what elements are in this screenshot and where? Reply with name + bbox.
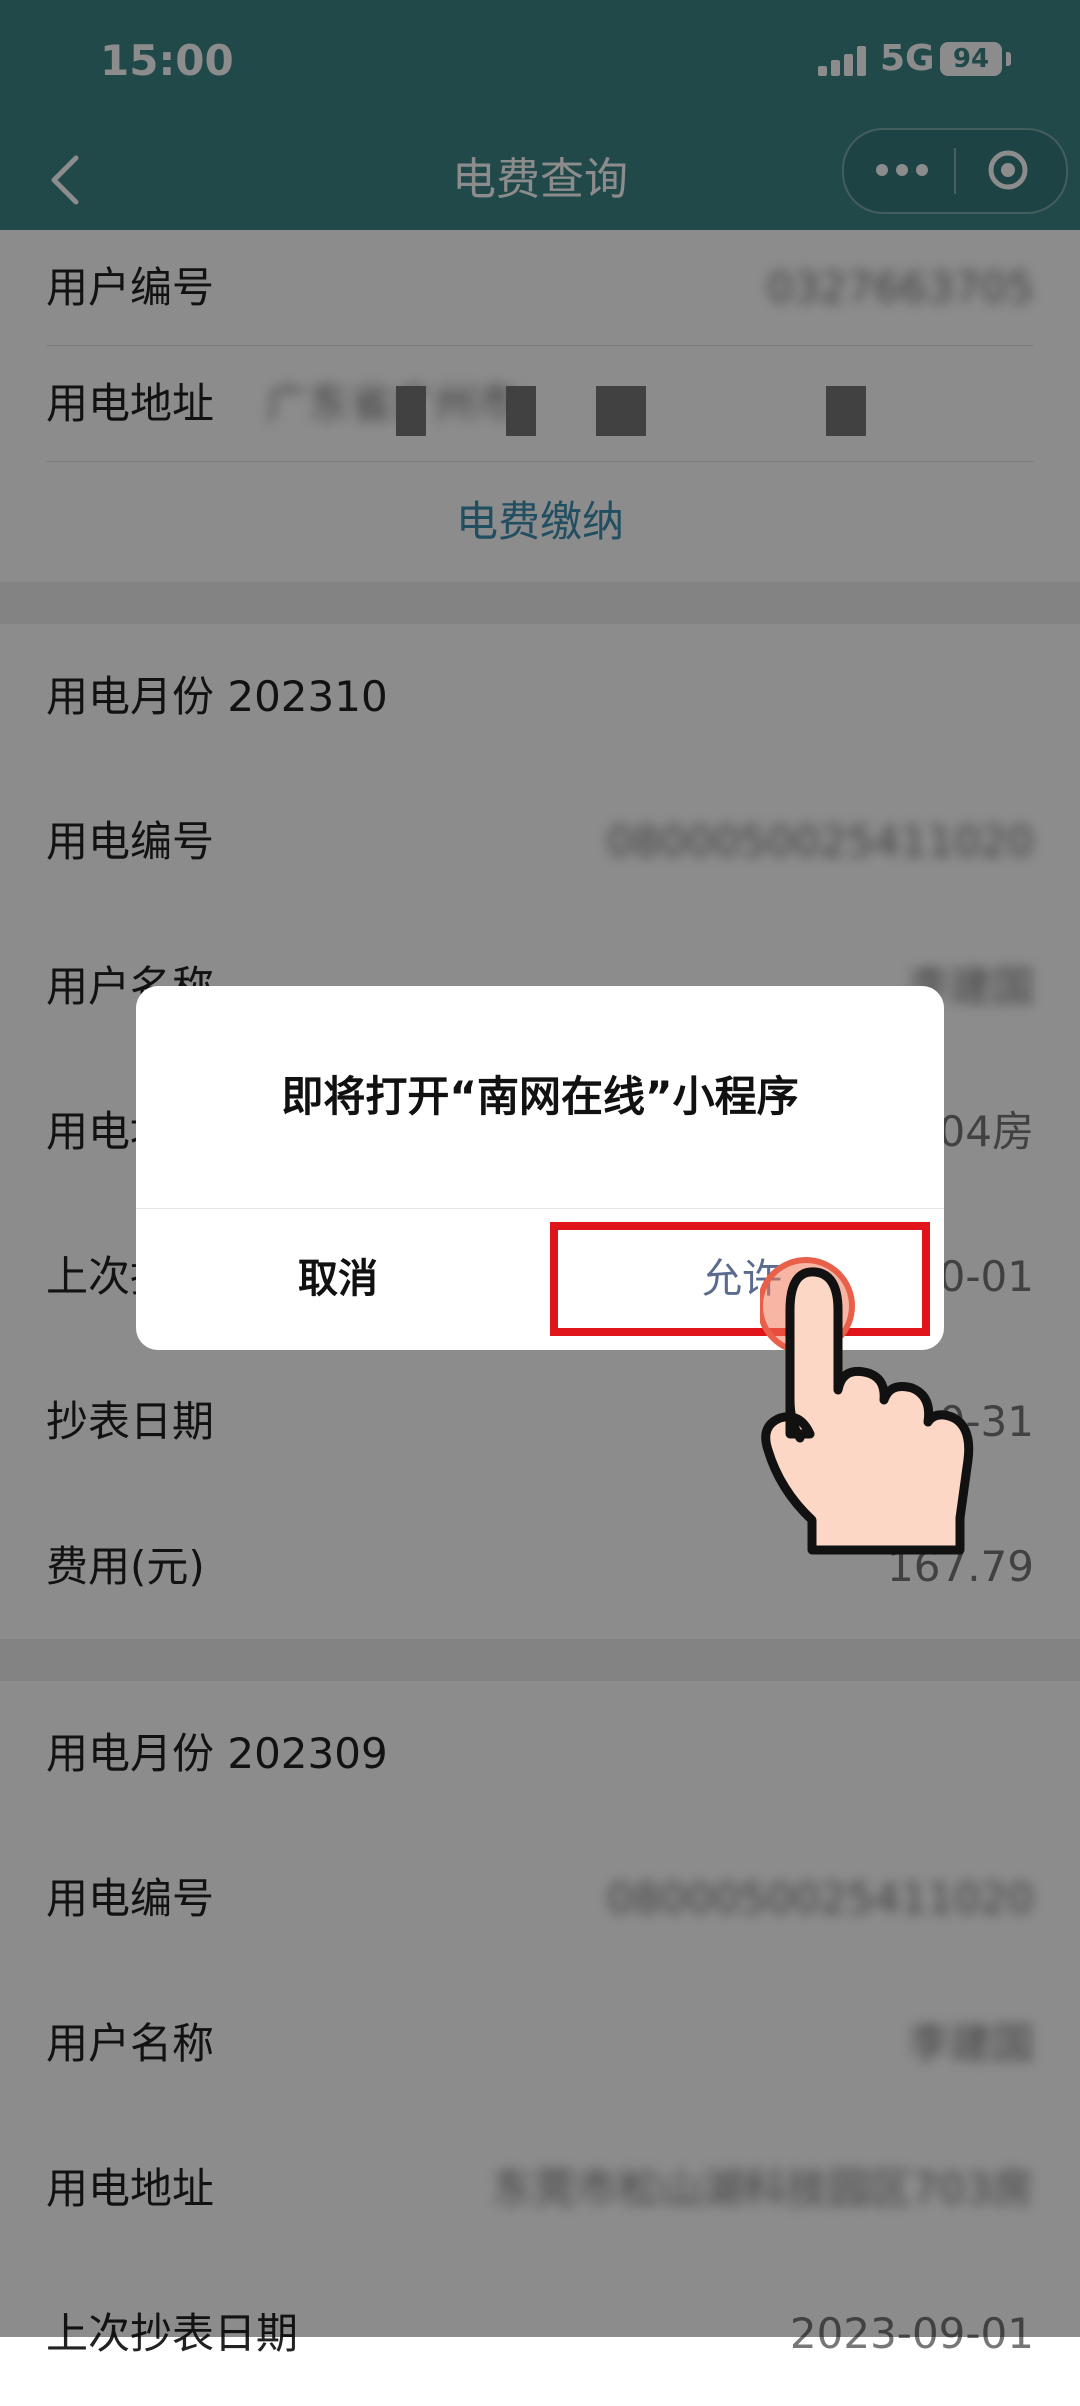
dialog-message: 即将打开“南网在线”小程序 xyxy=(281,1072,799,1121)
cancel-button[interactable]: 取消 xyxy=(136,1209,540,1350)
pointing-hand-icon xyxy=(760,1257,974,1555)
